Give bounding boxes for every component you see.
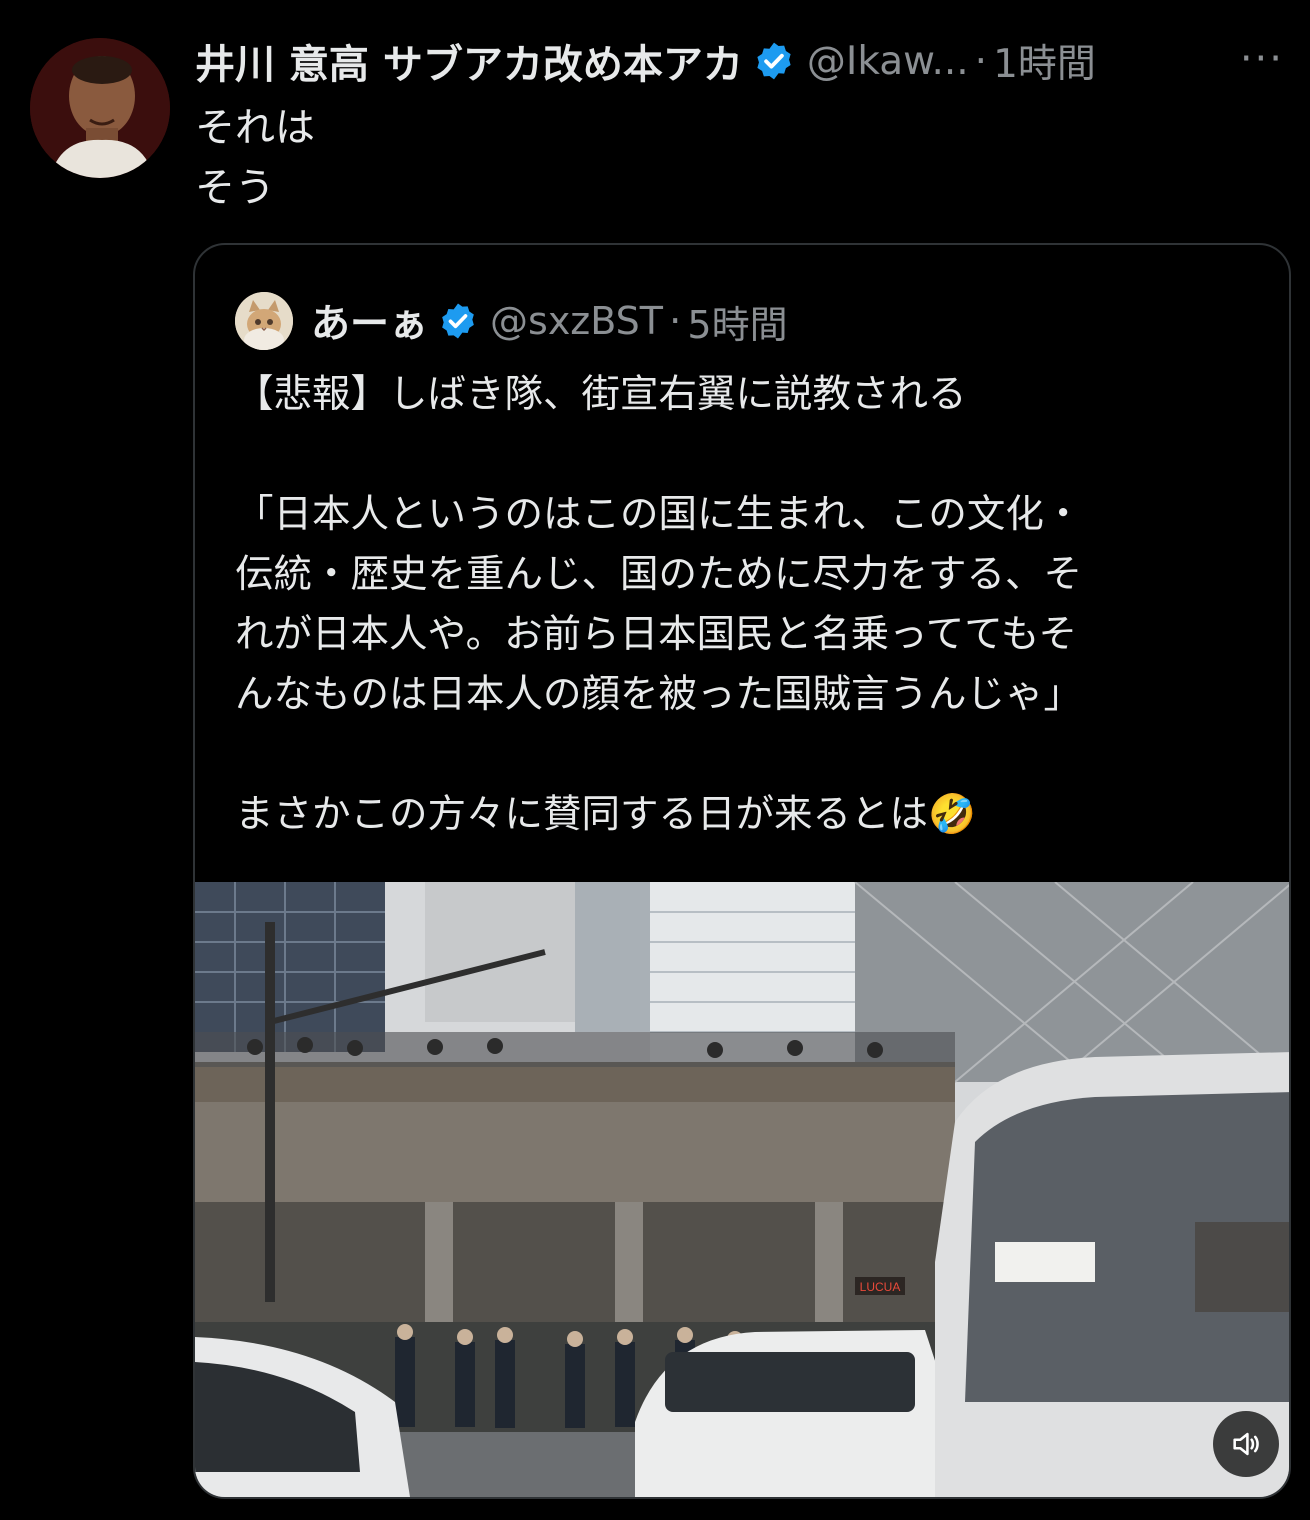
quoted-tweet-card[interactable]: あーぁ @sxzBST · 5時間 【悲報】しばき隊、街宣右翼に説教される 「日… xyxy=(193,243,1291,1499)
more-dots-icon[interactable]: ··· xyxy=(1240,36,1284,82)
quoted-author-avatar[interactable] xyxy=(235,292,293,350)
lucua-sign-text: LUCUA xyxy=(860,1280,901,1294)
volume-muted-icon[interactable] xyxy=(1213,1411,1279,1477)
quoted-text-line: れが日本人や。お前ら日本国民と名乗っててもそ xyxy=(235,612,1077,657)
quoted-timestamp[interactable]: 5時間 xyxy=(687,294,787,349)
quoted-text-line: 【悲報】しばき隊、街宣右翼に説教される xyxy=(235,372,967,417)
video-media[interactable]: LUCUA xyxy=(195,882,1289,1497)
verified-badge-icon xyxy=(753,40,795,82)
tweet-text: それは そう xyxy=(195,98,315,218)
tweet-header: 井川 意高 サブアカ改め本アカ @Ikaw... · 1時間 ··· xyxy=(195,33,1290,89)
tweet-text-line: そう xyxy=(195,165,275,211)
separator-dot: · xyxy=(974,38,988,84)
video-frame: LUCUA xyxy=(195,882,1289,1497)
quoted-text-line: 伝統・歴史を重んじ、国のために尽力をする、そ xyxy=(235,552,1083,597)
quoted-tweet-header: あーぁ @sxzBST · 5時間 xyxy=(235,292,788,350)
quoted-tweet-text: 【悲報】しばき隊、街宣右翼に説教される 「日本人というのはこの国に生まれ、この文… xyxy=(235,365,1255,845)
tweet-text-line: それは xyxy=(195,105,315,151)
author-name[interactable]: 井川 意高 サブアカ改め本アカ xyxy=(195,32,743,90)
quoted-text-line: 「日本人というのはこの国に生まれ、この文化・ xyxy=(235,492,1083,537)
verified-badge-icon xyxy=(438,301,478,341)
quoted-author-handle[interactable]: @sxzBST xyxy=(490,299,663,343)
author-handle[interactable]: @Ikaw... xyxy=(807,39,969,84)
quoted-text-line: まさかこの方々に賛同する日が来るとは🤣 xyxy=(235,792,976,837)
author-avatar[interactable] xyxy=(30,38,170,178)
separator-dot: · xyxy=(668,298,682,344)
quoted-text-line: んなものは日本人の顔を被った国賊言うんじゃ」 xyxy=(235,672,1083,717)
quoted-author-name[interactable]: あーぁ xyxy=(311,293,428,349)
tweet-timestamp[interactable]: 1時間 xyxy=(993,33,1096,89)
